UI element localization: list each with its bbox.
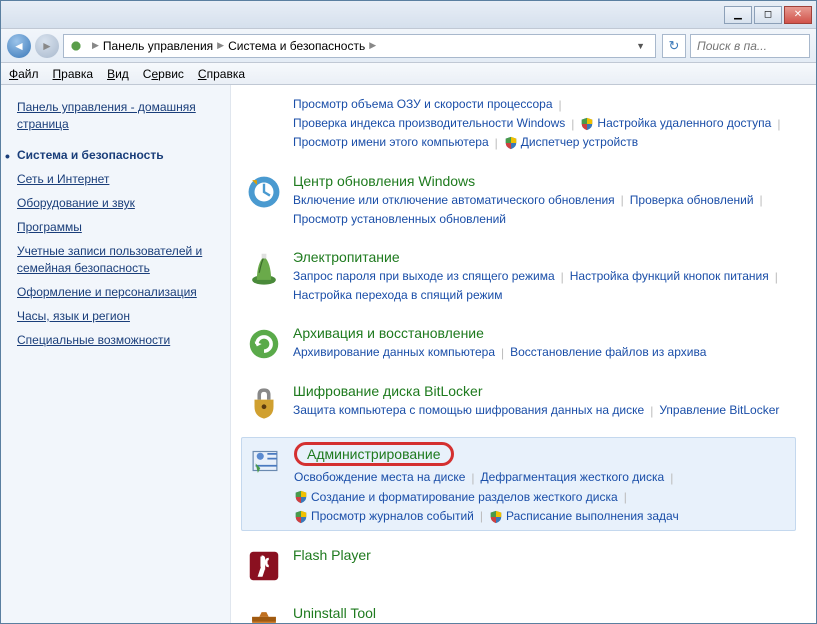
section-title[interactable]: Электропитание	[293, 249, 400, 265]
shield-icon	[580, 117, 594, 131]
sidebar-item-1[interactable]: Сеть и Интернет	[17, 171, 214, 187]
control-panel-home-link[interactable]: Панель управления - домашняя страница	[17, 99, 214, 133]
divider: |	[670, 471, 673, 485]
task-link[interactable]: Включение или отключение автоматического…	[293, 191, 615, 210]
menubar: Файл Правка Вид Сервис Справка	[1, 63, 816, 85]
section-4: Шифрование диска BitLocker Защита компьют…	[241, 379, 796, 425]
divider: |	[561, 270, 564, 284]
divider: |	[571, 117, 574, 131]
sidebar-item-2[interactable]: Оборудование и звук	[17, 195, 214, 211]
divider: |	[760, 193, 763, 207]
divider: |	[480, 509, 483, 523]
search-input[interactable]	[690, 34, 810, 58]
window: ▁ ◻ ✕ ◄ ► ▶ Панель управления ▶ Система …	[0, 0, 817, 624]
task-link[interactable]: Создание и форматирование разделов жестк…	[294, 488, 618, 507]
menu-edit[interactable]: Правка	[53, 67, 94, 81]
chevron-right-icon: ▶	[217, 40, 224, 51]
divider: |	[559, 98, 562, 112]
section-6: Flash Player	[241, 543, 796, 589]
sidebar-item-6[interactable]: Часы, язык и регион	[17, 308, 214, 324]
divider: |	[650, 404, 653, 418]
divider: |	[775, 270, 778, 284]
section-5: Администрирование Освобождение места на д…	[241, 437, 796, 531]
breadcrumb-root[interactable]: Панель управления	[103, 39, 213, 53]
refresh-button[interactable]: ↻	[662, 34, 686, 58]
maximize-button[interactable]: ◻	[754, 6, 782, 24]
chevron-down-icon[interactable]: ▼	[630, 41, 651, 51]
navbar: ◄ ► ▶ Панель управления ▶ Система и безо…	[1, 29, 816, 63]
task-link[interactable]: Архивирование данных компьютера	[293, 343, 495, 362]
minimize-button[interactable]: ▁	[724, 6, 752, 24]
divider: |	[624, 490, 627, 504]
task-link[interactable]: Освобождение места на диске	[294, 468, 465, 487]
shield-icon	[294, 490, 308, 504]
task-link[interactable]: Настройка перехода в спящий режим	[293, 286, 502, 305]
task-link[interactable]: Защита компьютера с помощью шифрования д…	[293, 401, 644, 420]
section-0: Просмотр объема ОЗУ и скорости процессор…	[241, 91, 796, 157]
address-bar[interactable]: ▶ Панель управления ▶ Система и безопасн…	[63, 34, 656, 58]
section-title[interactable]: Шифрование диска BitLocker	[293, 383, 483, 399]
menu-help[interactable]: Справка	[198, 67, 245, 81]
task-link[interactable]: Просмотр объема ОЗУ и скорости процессор…	[293, 95, 553, 114]
flash-icon	[245, 547, 283, 585]
divider: |	[495, 136, 498, 150]
body: Панель управления - домашняя страница Си…	[1, 85, 816, 623]
menu-tools[interactable]: Сервис	[143, 67, 184, 81]
section-title[interactable]: Центр обновления Windows	[293, 173, 475, 189]
sidebar-item-4[interactable]: Учетные записи пользователей и семейная …	[17, 243, 214, 275]
shield-icon	[489, 510, 503, 524]
divider: |	[777, 117, 780, 131]
sidebar-item-5[interactable]: Оформление и персонализация	[17, 284, 214, 300]
section-2: Электропитание Запрос пароля при выходе и…	[241, 245, 796, 309]
breadcrumb-sub[interactable]: Система и безопасность	[228, 39, 365, 53]
uninstall-icon	[245, 605, 283, 623]
task-link[interactable]: Просмотр имени этого компьютера	[293, 133, 489, 152]
blank-icon	[245, 95, 283, 133]
section-3: Архивация и восстановление Архивирование …	[241, 321, 796, 367]
task-link[interactable]: Дефрагментация жесткого диска	[481, 468, 665, 487]
section-1: Центр обновления Windows Включение или от…	[241, 169, 796, 233]
close-button[interactable]: ✕	[784, 6, 812, 24]
control-panel-icon	[68, 38, 84, 54]
menu-view[interactable]: Вид	[107, 67, 129, 81]
sidebar-item-0[interactable]: Система и безопасность	[17, 147, 214, 163]
chevron-right-icon: ▶	[92, 40, 99, 51]
sidebar-item-7[interactable]: Специальные возможности	[17, 332, 214, 348]
divider: |	[621, 193, 624, 207]
section-7: Uninstall Tool	[241, 601, 796, 623]
task-link[interactable]: Настройка функций кнопок питания	[570, 267, 769, 286]
forward-button[interactable]: ►	[35, 34, 59, 58]
admin-icon	[246, 442, 284, 480]
task-link[interactable]: Запрос пароля при выходе из спящего режи…	[293, 267, 555, 286]
task-link[interactable]: Восстановление файлов из архива	[510, 343, 706, 362]
shield-icon	[504, 136, 518, 150]
task-link[interactable]: Проверка индекса производительности Wind…	[293, 114, 565, 133]
menu-file[interactable]: Файл	[9, 67, 39, 81]
section-title[interactable]: Администрирование	[294, 442, 454, 466]
content: Просмотр объема ОЗУ и скорости процессор…	[231, 85, 816, 623]
divider: |	[471, 471, 474, 485]
task-link[interactable]: Просмотр журналов событий	[294, 507, 474, 526]
task-link[interactable]: Диспетчер устройств	[504, 133, 638, 152]
task-link[interactable]: Проверка обновлений	[630, 191, 754, 210]
power-icon	[245, 249, 283, 287]
chevron-right-icon: ▶	[369, 40, 376, 51]
task-link[interactable]: Настройка удаленного доступа	[580, 114, 771, 133]
section-title[interactable]: Flash Player	[293, 547, 371, 563]
shield-icon	[294, 510, 308, 524]
sidebar: Панель управления - домашняя страница Си…	[1, 85, 231, 623]
task-link[interactable]: Расписание выполнения задач	[489, 507, 679, 526]
bitlocker-icon	[245, 383, 283, 421]
titlebar: ▁ ◻ ✕	[1, 1, 816, 29]
update-icon	[245, 173, 283, 211]
back-button[interactable]: ◄	[7, 34, 31, 58]
sidebar-item-3[interactable]: Программы	[17, 219, 214, 235]
section-title[interactable]: Архивация и восстановление	[293, 325, 484, 341]
section-title[interactable]: Uninstall Tool	[293, 605, 376, 621]
task-link[interactable]: Просмотр установленных обновлений	[293, 210, 506, 229]
task-link[interactable]: Управление BitLocker	[659, 401, 779, 420]
divider: |	[501, 346, 504, 360]
backup-icon	[245, 325, 283, 363]
